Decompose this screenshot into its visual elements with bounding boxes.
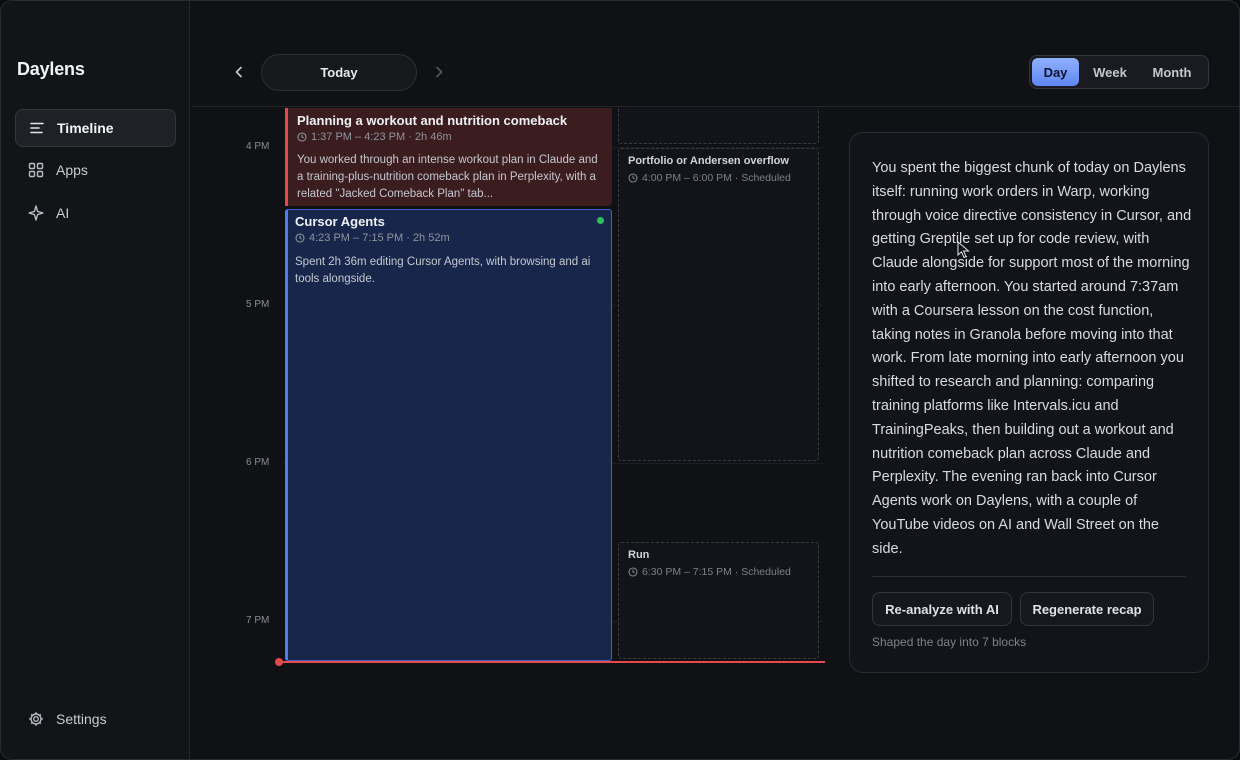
- gear-icon: [28, 711, 44, 727]
- clock-icon: [628, 173, 638, 183]
- sidebar-item-label: Timeline: [57, 120, 114, 136]
- apps-grid-icon: [28, 162, 44, 178]
- scheduled-block-portfolio[interactable]: Portfolio or Andersen overflow 4:00 PM –…: [618, 148, 819, 461]
- sidebar-item-apps[interactable]: Apps: [15, 151, 176, 189]
- next-day-button[interactable]: [431, 64, 447, 80]
- view-month-tab[interactable]: Month: [1141, 58, 1203, 86]
- current-time-line: [279, 661, 825, 663]
- date-toolbar: Today Day Week Month: [191, 39, 1239, 107]
- live-status-dot: [597, 217, 604, 224]
- scheduled-block-earlier[interactable]: [618, 108, 819, 144]
- clock-icon: [297, 132, 307, 142]
- sidebar-item-label: Apps: [56, 162, 88, 178]
- app-window: Daylens Timeline Apps AI Settings Today …: [0, 0, 1240, 760]
- sidebar: Daylens Timeline Apps AI Settings: [1, 1, 190, 759]
- mouse-cursor-icon: [957, 241, 970, 259]
- daily-recap-panel: You spent the biggest chunk of today on …: [849, 132, 1209, 673]
- hour-label: 4 PM: [246, 141, 270, 152]
- app-name: Daylens: [17, 59, 85, 79]
- today-button[interactable]: Today: [261, 54, 417, 91]
- recap-note: Shaped the day into 7 blocks: [872, 635, 1027, 649]
- scheduled-time: 6:30 PM – 7:15 PM · Scheduled: [628, 566, 791, 578]
- hour-label: 5 PM: [246, 299, 270, 310]
- scheduled-title: Run: [628, 549, 650, 561]
- sidebar-item-ai[interactable]: AI: [15, 194, 176, 232]
- block-title: Cursor Agents: [295, 214, 385, 229]
- block-description: You worked through an intense workout pl…: [297, 154, 598, 200]
- activity-block-workout-planning[interactable]: Planning a workout and nutrition comebac…: [285, 108, 612, 206]
- settings-label: Settings: [56, 711, 107, 727]
- scheduled-title: Portfolio or Andersen overflow: [628, 155, 789, 167]
- view-switcher: Day Week Month: [1029, 55, 1209, 89]
- current-time-dot: [275, 658, 283, 666]
- scheduled-time-text: 4:00 PM – 6:00 PM · Scheduled: [642, 172, 791, 184]
- hour-label: 7 PM: [246, 615, 270, 626]
- block-time: 4:23 PM – 7:15 PM · 2h 52m: [295, 232, 450, 244]
- block-title: Planning a workout and nutrition comebac…: [297, 113, 568, 128]
- chevron-left-icon: [235, 66, 242, 78]
- recap-text: You spent the biggest chunk of today on …: [872, 160, 1192, 557]
- reanalyze-button[interactable]: Re-analyze with AI: [872, 592, 1012, 626]
- scheduled-time-text: 6:30 PM – 7:15 PM · Scheduled: [642, 566, 791, 578]
- scheduled-block-run[interactable]: Run 6:30 PM – 7:15 PM · Scheduled: [618, 542, 819, 659]
- chevron-right-icon: [436, 66, 443, 78]
- scheduled-time: 4:00 PM – 6:00 PM · Scheduled: [628, 172, 791, 184]
- day-timeline[interactable]: 4 PM 5 PM 6 PM 7 PM Planning a workout a…: [191, 108, 831, 759]
- divider: [872, 576, 1186, 577]
- settings-button[interactable]: Settings: [15, 701, 176, 737]
- block-time-text: 4:23 PM – 7:15 PM · 2h 52m: [309, 232, 450, 244]
- view-week-tab[interactable]: Week: [1079, 58, 1141, 86]
- previous-day-button[interactable]: [231, 64, 247, 80]
- regenerate-recap-button[interactable]: Regenerate recap: [1020, 592, 1154, 626]
- hour-label: 6 PM: [246, 457, 270, 468]
- clock-icon: [295, 233, 305, 243]
- block-description: Spent 2h 36m editing Cursor Agents, with…: [295, 256, 591, 285]
- block-time-text: 1:37 PM – 4:23 PM · 2h 46m: [311, 131, 452, 143]
- view-day-tab[interactable]: Day: [1032, 58, 1079, 86]
- sidebar-item-label: AI: [56, 205, 70, 221]
- activity-block-cursor-agents[interactable]: Cursor Agents 4:23 PM – 7:15 PM · 2h 52m…: [285, 209, 612, 661]
- block-time: 1:37 PM – 4:23 PM · 2h 46m: [297, 131, 452, 143]
- timeline-icon: [29, 120, 45, 136]
- sidebar-item-timeline[interactable]: Timeline: [15, 109, 176, 147]
- clock-icon: [628, 567, 638, 577]
- sparkle-icon: [28, 205, 44, 221]
